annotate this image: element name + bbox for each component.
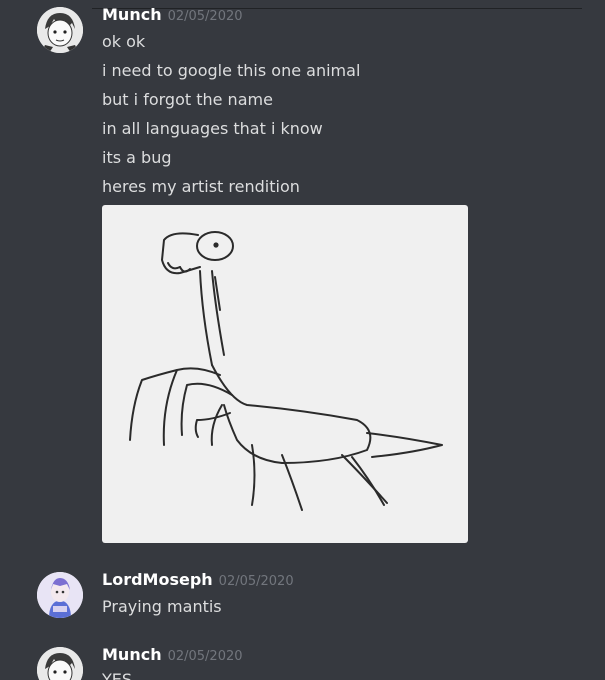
avatar-munch-icon <box>37 647 83 680</box>
mantis-drawing-icon <box>129 231 443 511</box>
message-text: but i forgot the name <box>102 90 273 109</box>
message-header: LordMoseph 02/05/2020 <box>102 570 294 589</box>
avatar-munch-icon <box>37 7 83 53</box>
message-header: Munch 02/05/2020 <box>102 5 243 24</box>
message-header: Munch 02/05/2020 <box>102 645 243 664</box>
message-text: ok ok <box>102 32 146 51</box>
avatar[interactable] <box>37 572 83 618</box>
username[interactable]: LordMoseph <box>102 570 213 589</box>
message-text: in all languages that i know <box>102 119 323 138</box>
message-text: i need to google this one animal <box>102 61 361 80</box>
chat-log: Munch 02/05/2020 ok ok i need to google t… <box>0 0 605 680</box>
timestamp: 02/05/2020 <box>167 9 243 24</box>
message-text: YES <box>102 670 133 680</box>
avatar[interactable] <box>37 647 83 680</box>
message-text: its a bug <box>102 148 172 167</box>
avatar[interactable] <box>37 7 83 53</box>
timestamp: 02/05/2020 <box>218 574 294 589</box>
avatar-lordmoseph-icon <box>37 572 83 618</box>
username[interactable]: Munch <box>102 5 162 24</box>
username[interactable]: Munch <box>102 645 162 664</box>
timestamp: 02/05/2020 <box>167 649 243 664</box>
message-text: Praying mantis <box>102 597 222 616</box>
image-attachment[interactable] <box>102 205 468 543</box>
message-text: heres my artist rendition <box>102 177 300 196</box>
